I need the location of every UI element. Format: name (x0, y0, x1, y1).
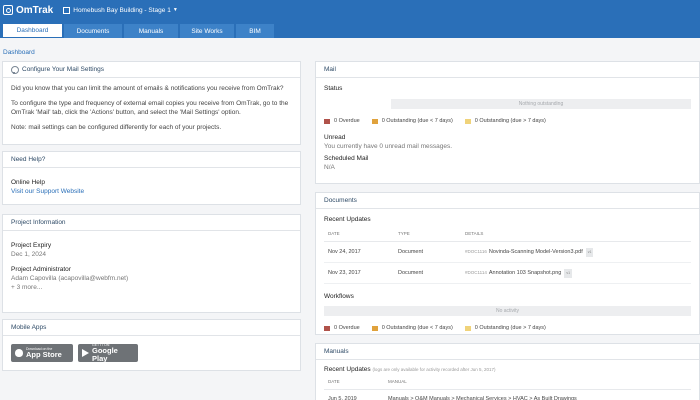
tab-manuals[interactable]: Manuals (124, 24, 178, 38)
omtrak-logo-icon (3, 5, 13, 15)
top-bar: OmTrak Homebush Bay Building - Stage 1 ▼ (0, 0, 700, 20)
legend-due-later: 0 Outstanding (due > 7 days) (474, 118, 546, 124)
mail-settings-instructions: To configure the type and frequency of e… (11, 100, 289, 116)
mail-settings-intro: Did you know that you can limit the amou… (11, 85, 284, 92)
workflows-legend: 0 Overdue 0 Outstanding (due < 7 days) 0… (324, 324, 691, 333)
due-soon-swatch (371, 326, 378, 331)
tab-bim[interactable]: BIM (236, 24, 274, 38)
manuals-panel: Manuals Recent Updates (logs are only av… (315, 343, 700, 400)
documents-table: DATE TYPE DETAILS Nov 24, 2017 Document … (324, 226, 691, 284)
google-play-icon (82, 349, 89, 357)
col-date: DATE (324, 374, 384, 390)
app-name: OmTrak (16, 4, 54, 16)
documents-panel: Documents Recent Updates DATE TYPE DETAI… (315, 192, 700, 335)
mail-settings-note: Note: mail settings can be configured di… (11, 124, 222, 131)
col-details: DETAILS (461, 226, 691, 242)
due-later-swatch (464, 326, 471, 331)
panel-header: Configure Your Mail Settings (3, 62, 300, 78)
overdue-swatch (324, 119, 330, 124)
manuals-table: DATE MANUAL Jun 5, 2019 Manuals > O&M Ma… (324, 374, 691, 400)
lightbulb-icon (11, 65, 19, 74)
col-manual: MANUAL (384, 374, 691, 390)
help-panel: Need Help? Online Help Visit our Support… (2, 151, 301, 205)
documents-recent-label: Recent Updates (324, 216, 371, 223)
google-play-label: Google Play (92, 346, 118, 363)
documents-title: Documents (316, 193, 699, 209)
mobile-apps-title: Mobile Apps (3, 320, 300, 336)
workflows-bar: No activity (324, 306, 691, 316)
version-tag: v1 (564, 269, 573, 278)
table-row[interactable]: Jun 5, 2019 Manuals > O&M Manuals > Mech… (324, 389, 691, 400)
project-info-panel: Project Information Project Expiry Dec 1… (2, 214, 301, 313)
mail-title: Mail (316, 62, 699, 78)
row-type: Document (394, 262, 461, 284)
app-store-label: App Store (26, 350, 62, 359)
mobile-apps-panel: Mobile Apps Download on the App Store GE… (2, 319, 301, 371)
app-store-button[interactable]: Download on the App Store (11, 344, 73, 362)
workflows-label: Workflows (324, 293, 354, 300)
legend-due-later: 0 Outstanding (due > 7 days) (474, 325, 546, 331)
tab-dashboard[interactable]: Dashboard (3, 24, 62, 38)
more-admins-link[interactable]: + 3 more... (11, 283, 292, 292)
scheduled-mail-label: Scheduled Mail (324, 155, 369, 162)
project-name: Homebush Bay Building - Stage 1 (73, 6, 171, 14)
unread-label: Unread (324, 134, 346, 141)
project-expiry-value: Dec 1, 2024 (11, 251, 47, 258)
mail-status-legend: 0 Overdue 0 Outstanding (due < 7 days) 0… (324, 117, 691, 126)
project-admin-label: Project Administrator (11, 266, 71, 273)
project-admin-value: Adam Capovilla (acapovilla@webfm.net) (11, 275, 129, 282)
col-date: DATE (324, 226, 394, 242)
legend-overdue: 0 Overdue (334, 118, 360, 124)
version-tag: v1 (585, 248, 594, 257)
google-play-button[interactable]: GET IT ON Google Play (78, 343, 138, 363)
unread-value: You currently have 0 unread mail message… (324, 143, 453, 150)
table-row[interactable]: Nov 23, 2017 Document #DOC1114 Annotation… (324, 262, 691, 284)
legend-overdue: 0 Overdue (334, 325, 360, 331)
row-code: #DOC1116 (465, 249, 487, 254)
building-icon (63, 6, 71, 14)
breadcrumb[interactable]: Dashboard (3, 49, 35, 56)
chevron-down-icon: ▼ (172, 7, 178, 13)
mail-panel: Mail Status Nothing outstanding 0 Overdu… (315, 61, 700, 184)
tab-documents[interactable]: Documents (64, 24, 122, 38)
overdue-swatch (324, 326, 330, 331)
due-later-swatch (464, 119, 471, 124)
project-expiry-label: Project Expiry (11, 242, 52, 249)
mail-status-label: Status (324, 85, 343, 92)
apple-icon (15, 349, 23, 357)
manuals-title: Manuals (316, 344, 699, 360)
scheduled-mail-value: N/A (324, 164, 335, 171)
project-selector[interactable]: Homebush Bay Building - Stage 1 ▼ (63, 6, 178, 14)
main-tabs: Dashboard Documents Manuals Site Works B… (0, 20, 700, 38)
row-type: Document (394, 241, 461, 263)
help-title: Need Help? (3, 152, 300, 168)
row-detail[interactable]: Novinda-Scanning Model-Version3.pdf (489, 249, 583, 255)
online-help-label: Online Help (11, 179, 45, 186)
manuals-recent-label: Recent Updates (324, 366, 371, 373)
col-type: TYPE (394, 226, 461, 242)
due-soon-swatch (371, 119, 378, 124)
mail-settings-panel: Configure Your Mail Settings Did you kno… (2, 61, 301, 145)
row-code: #DOC1114 (465, 270, 487, 275)
row-date: Jun 5, 2019 (324, 389, 384, 400)
mail-status-bar: Nothing outstanding (391, 99, 691, 109)
row-detail[interactable]: Annotation 103 Snapshot.png (489, 270, 561, 276)
table-row[interactable]: Nov 24, 2017 Document #DOC1116 Novinda-Sc… (324, 241, 691, 263)
project-info-title: Project Information (3, 215, 300, 231)
row-date: Nov 24, 2017 (324, 241, 394, 263)
row-date: Nov 23, 2017 (324, 262, 394, 284)
app-logo[interactable]: OmTrak (3, 5, 53, 16)
legend-due-soon: 0 Outstanding (due < 7 days) (381, 325, 453, 331)
legend-due-soon: 0 Outstanding (due < 7 days) (381, 118, 453, 124)
mail-settings-title: Configure Your Mail Settings (22, 66, 105, 73)
tab-site-works[interactable]: Site Works (180, 24, 234, 38)
manuals-recent-note: (logs are only available for activity re… (372, 367, 496, 372)
support-website-link[interactable]: Visit our Support Website (11, 187, 292, 196)
row-manual-path[interactable]: Manuals > O&M Manuals > Mechanical Servi… (384, 389, 691, 400)
